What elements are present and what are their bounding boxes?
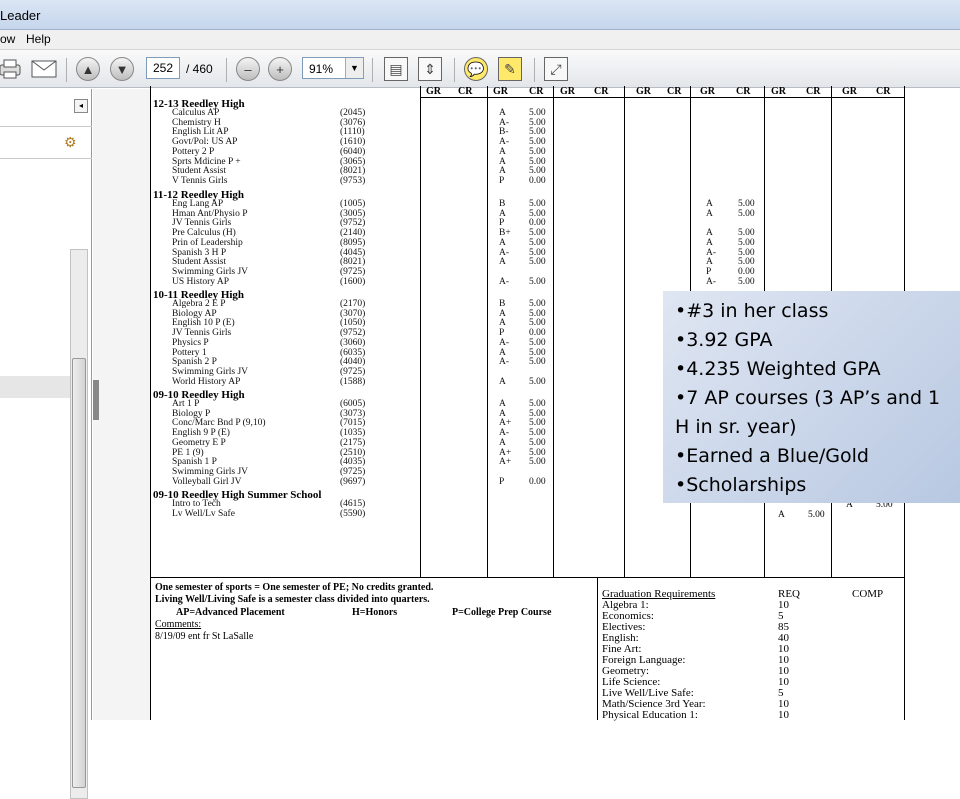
course-grade: A- [706,276,717,287]
callout-item: •3.92 GPA [675,329,773,351]
scrollbar-thumb[interactable] [72,358,86,788]
column-header: CR [806,86,821,97]
title-bar: Leader [0,0,960,30]
plus-icon: + [268,57,292,81]
course-grade: A- [499,357,510,368]
course-grade: A- [499,276,510,287]
footer-note-sports: One semester of sports = One semester of… [155,582,434,593]
highlight-icon: ✎ [498,57,522,81]
fit-width-button[interactable]: ⇕ [418,56,442,82]
course-code: (1600) [340,276,366,287]
course-code: (9753) [340,175,366,186]
collapse-pane-icon[interactable]: ◂ [74,99,88,113]
course-grade: A [706,208,713,219]
course-credit: 5.00 [529,257,546,268]
fit-page-button[interactable]: ▤ [384,56,408,82]
legend-prep: P=College Prep Course [452,607,552,618]
comments-label: Comments: [155,619,202,630]
menu-help[interactable]: Help [26,32,51,46]
split-handle[interactable] [93,380,99,420]
course-grade: A [499,376,506,387]
course-credit: 5.00 [529,357,546,368]
course-code: (9697) [340,476,366,487]
course-credit: 0.00 [529,175,546,186]
course-code: (5590) [340,508,366,519]
grad-req-name: Physical Education 1: [602,709,698,721]
arrow-up-icon: ▲ [76,57,100,81]
document-margin [93,89,151,720]
course-grade: P [499,175,505,186]
course-credit: 5.00 [529,276,546,287]
bookmark-options-icon[interactable]: ⚙ [64,134,84,152]
page-total: / 460 [186,62,213,76]
minus-icon: – [236,57,260,81]
column-header: GR [842,86,857,97]
pane-scrollbar[interactable] [70,249,88,799]
course-grade: A+ [499,457,512,468]
column-header: GR [771,86,786,97]
course-grade: P [499,476,505,487]
course-name: Volleyball Girl JV [172,476,242,487]
callout-item: •4.235 Weighted GPA [675,358,881,380]
window-title: Leader [0,8,41,23]
column-header: GR [493,86,508,97]
legend-ap: AP=Advanced Placement [176,607,285,618]
column-header: CR [594,86,609,97]
comment-button[interactable]: 💬 [464,56,488,82]
print-icon[interactable] [0,56,22,82]
column-header: GR [426,86,441,97]
highlights-callout: •#3 in her class •3.92 GPA •4.235 Weight… [663,291,960,503]
arrow-down-icon: ▼ [110,57,134,81]
selected-bookmark[interactable] [0,376,70,398]
speech-bubble-icon: 💬 [464,57,488,81]
course-name: Lv Well/Lv Safe [172,508,235,519]
course-credit: 5.00 [529,457,546,468]
comment-text: 8/19/09 ent fr St LaSalle [155,631,254,642]
grad-req-value: 10 [778,709,789,721]
navigation-pane: ◂ ⚙ [0,89,92,799]
column-header: GR [700,86,715,97]
course-name: World History AP [172,376,241,387]
course-credit: 5.00 [738,276,755,287]
grad-comp-header: COMP [852,588,884,600]
zoom-out-button[interactable]: – [236,56,260,82]
callout-item: •Scholarships [675,474,807,496]
column-header: GR [560,86,575,97]
column-header: GR [636,86,651,97]
email-icon[interactable] [30,56,58,82]
zoom-select[interactable]: 91% ▼ [302,57,364,79]
callout-item: •7 AP courses (3 AP’s and 1 H in sr. yea… [675,387,941,438]
menu-window[interactable]: ow [0,32,15,46]
fit-width-icon: ⇕ [418,57,442,81]
column-header: CR [876,86,891,97]
column-header: CR [529,86,544,97]
extra-grade: A [778,510,785,520]
course-credit: 0.00 [529,476,546,487]
course-credit: 5.00 [738,208,755,219]
chevron-down-icon[interactable]: ▼ [345,58,363,78]
expand-icon: ⤢ [544,57,568,81]
page-number-input[interactable]: 252 [146,57,180,79]
callout-item: •Earned a Blue/Gold [675,445,869,467]
zoom-value: 91% [309,62,334,76]
course-name: V Tennis Girls [172,175,228,186]
course-credit: 5.00 [529,376,546,387]
course-code: (1588) [340,376,366,387]
footer-note-lvwell: Living Well/Living Safe is a semester cl… [155,594,430,605]
expand-button[interactable]: ⤢ [544,56,568,82]
column-header: CR [458,86,473,97]
legend-honors: H=Honors [352,607,398,618]
course-grade: A [499,257,506,268]
column-header: CR [667,86,682,97]
highlight-button[interactable]: ✎ [498,56,522,82]
zoom-in-button[interactable]: + [268,56,292,82]
menu-bar: ow Help [0,30,960,50]
previous-page-button[interactable]: ▲ [76,56,100,82]
fit-page-icon: ▤ [384,57,408,81]
column-header: CR [736,86,751,97]
extra-credit: 5.00 [808,510,825,520]
next-page-button[interactable]: ▼ [110,56,134,82]
course-name: US History AP [172,276,230,287]
callout-item: •#3 in her class [675,300,829,322]
